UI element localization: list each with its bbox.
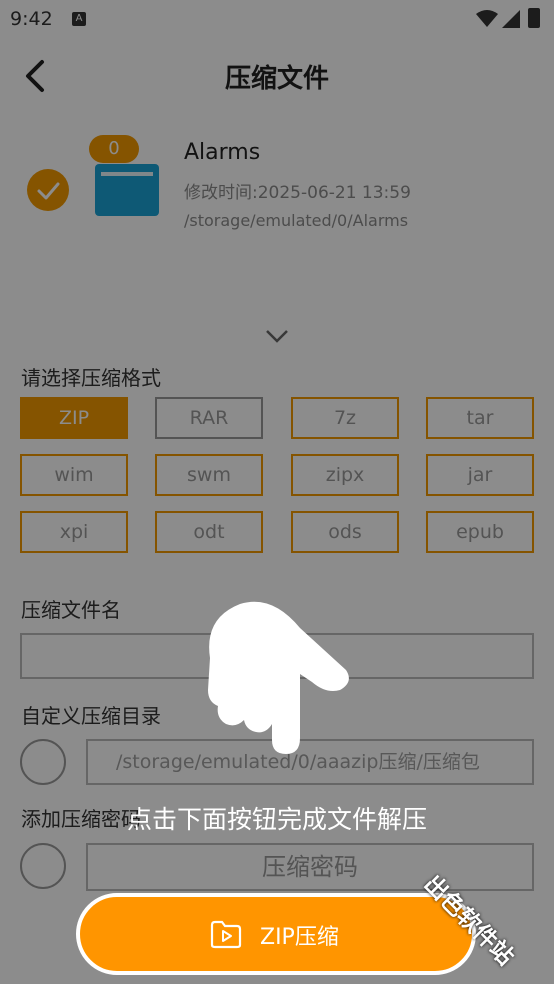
wifi-icon [476, 10, 498, 27]
custom-dir-label: 自定义压缩目录 [21, 704, 161, 728]
format-grid: ZIP RAR 7z tar wim swm zipx jar xpi odt … [20, 397, 534, 553]
format-option-epub[interactable]: epub [426, 511, 534, 553]
status-bar: 9:42 A [0, 0, 554, 38]
format-section-label: 请选择压缩格式 [21, 366, 161, 390]
format-option-7z[interactable]: 7z [291, 397, 399, 439]
folder-icon [95, 164, 159, 216]
selected-file-item[interactable]: 0 Alarms 修改时间:2025-06-21 13:59 /storage/… [0, 114, 554, 244]
format-option-jar[interactable]: jar [426, 454, 534, 496]
zip-compress-label: ZIP压缩 [260, 925, 339, 950]
signal-icon [502, 10, 520, 28]
page-title: 压缩文件 [224, 64, 329, 94]
format-option-odt[interactable]: odt [155, 511, 263, 553]
format-option-ods[interactable]: ods [291, 511, 399, 553]
battery-icon [528, 8, 540, 28]
folder-play-icon [210, 920, 242, 949]
format-option-zip[interactable]: ZIP [20, 397, 128, 439]
format-option-wim[interactable]: wim [20, 454, 128, 496]
file-modified-time: 修改时间:2025-06-21 13:59 [184, 183, 411, 203]
custom-dir-radio[interactable] [20, 739, 66, 785]
format-option-tar[interactable]: tar [426, 397, 534, 439]
format-option-zipx[interactable]: zipx [291, 454, 399, 496]
pointing-hand-icon [208, 601, 349, 754]
checked-checkbox[interactable] [27, 169, 69, 211]
tutorial-hint-text: 点击下面按钮完成文件解压 [126, 805, 427, 834]
password-input[interactable]: 压缩密码 [86, 843, 534, 891]
chevron-down-icon[interactable] [265, 328, 289, 344]
checkmark-icon [37, 182, 60, 200]
file-name: Alarms [184, 140, 261, 165]
archive-name-label: 压缩文件名 [21, 598, 121, 622]
format-option-xpi[interactable]: xpi [20, 511, 128, 553]
app-bar: 压缩文件 [0, 38, 554, 114]
file-path: /storage/emulated/0/Alarms [184, 211, 409, 230]
count-badge: 0 [89, 135, 139, 163]
format-option-swm[interactable]: swm [155, 454, 263, 496]
notification-a-icon: A [72, 12, 86, 26]
format-option-rar[interactable]: RAR [155, 397, 263, 439]
status-time: 9:42 [10, 8, 53, 30]
password-radio[interactable] [20, 843, 66, 889]
